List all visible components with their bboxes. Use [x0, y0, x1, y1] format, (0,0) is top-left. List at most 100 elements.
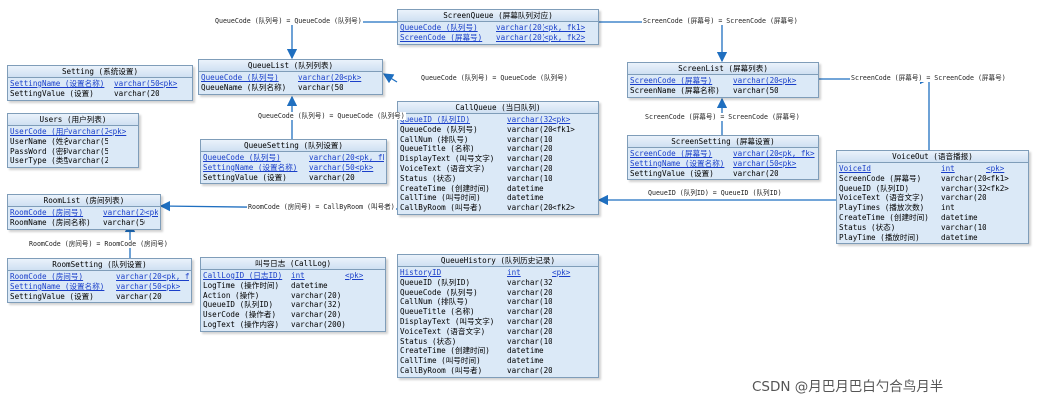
column-name: ScreenCode (屏幕号): [400, 32, 483, 42]
entity-column-row: UserType (类型)varchar(20): [10, 156, 136, 166]
column-key: [552, 366, 596, 376]
column-name: PassWord (密码): [10, 146, 68, 156]
column-type: varchar(20): [733, 149, 778, 158]
entity-voiceout[interactable]: VoiceOut (语音播报) VoiceId int <pk> ScreenCode …: [836, 150, 1029, 245]
column-name: CallByRoom (叫号者): [400, 203, 483, 213]
column-type: varchar(10): [507, 134, 552, 144]
entity-screenlist[interactable]: ScreenList (屏幕列表) ScreenCode (屏幕号) varchar…: [627, 62, 819, 98]
entity-calllog[interactable]: 叫号日志 (CallLog) CallLogID (日志ID) int <pk> Log…: [200, 257, 386, 332]
column-name: QueueName (队列名称): [201, 82, 287, 92]
column-key: [145, 218, 158, 228]
entity-column-row: CallTime (叫号时间) datetime: [400, 356, 596, 366]
relationship-label: RoomCode (房间号) = RoomCode (房间号): [28, 240, 169, 248]
column-name: CreateTime (创建时间): [400, 346, 490, 356]
column-name: SettingValue (设置): [203, 172, 287, 182]
column-type: varchar(50): [68, 136, 108, 146]
entity-users[interactable]: Users (用户列表)UserCode (用户)varchar(20)<pk>…: [7, 113, 139, 169]
entity-column-row: UserName (姓名)varchar(50): [10, 137, 136, 147]
column-type: varchar(32): [291, 300, 342, 310]
column-key: [986, 223, 1026, 233]
column-name: Action (操作): [203, 290, 260, 300]
entity-column-row: DisplayText (叫号文字) varchar(200): [400, 317, 596, 327]
entity-column-row: SettingValue (设置) varchar(200): [203, 173, 384, 183]
column-type: varchar(20): [68, 156, 108, 166]
entity-column-row: PlayTimes (播放次数) int: [839, 203, 1026, 213]
column-key: [552, 193, 596, 203]
entity-column-row: VoiceText (语音文字) varchar(200): [839, 193, 1026, 203]
entity-queuesetting[interactable]: QueueSetting (队列设置) QueueCode (队列号) varcha…: [200, 139, 387, 185]
column-key: <pk>: [552, 115, 571, 124]
entity-column-row: CallByRoom (叫号者) varchar(20)<fk2>: [400, 203, 596, 213]
column-key: <pk, fk>: [162, 272, 189, 281]
column-type: datetime: [941, 212, 978, 222]
column-type: int: [291, 271, 305, 280]
column-type: varchar(50): [103, 217, 145, 227]
column-key: <pk, fk1>: [544, 23, 586, 32]
column-key: [343, 83, 380, 93]
entity-column-row: Status (状态) varchar(10): [400, 174, 596, 184]
entity-column-row: PlayTime (播放时间) datetime: [839, 233, 1026, 243]
column-name: ScreenCode (屏幕号): [630, 149, 713, 158]
relationship-label: ScreenCode (屏幕号) = ScreenCode (屏幕号): [642, 17, 799, 25]
column-key: <pk, fk>: [778, 149, 815, 158]
column-type: varchar(200): [507, 316, 552, 326]
entity-column-row: SettingValue (设置) varchar(200): [10, 89, 190, 99]
column-key: <pk>: [552, 268, 571, 277]
relationship-label: ScreenCode (屏幕号) = ScreenCode (屏幕号): [644, 113, 801, 121]
entity-title: ScreenList (屏幕列表): [628, 63, 818, 75]
column-key: [986, 213, 1026, 223]
entity-column-row: QueueName (队列名称) varchar(50): [201, 83, 380, 93]
column-type: varchar(20): [116, 272, 162, 281]
column-key: [552, 327, 596, 337]
entity-column-row: UserCode (操作者) varchar(20): [203, 310, 383, 320]
entity-title: RoomSetting (队列设置): [8, 259, 191, 271]
column-name: VoiceText (语音文字): [400, 163, 486, 173]
entity-column-row: CallNum (排队号) varchar(10): [400, 135, 596, 145]
column-type: varchar(20): [103, 208, 145, 217]
column-type: varchar(200): [116, 291, 162, 301]
column-type: datetime: [291, 280, 328, 290]
column-key: <pk>: [778, 158, 797, 168]
entity-queuelist[interactable]: QueueList (队列列表) QueueCode (队列号) varchar(2…: [198, 59, 383, 95]
entity-screensetting[interactable]: ScreenSetting (屏幕设置) ScreenCode (屏幕号) varc…: [627, 135, 819, 181]
column-type: varchar(200): [291, 319, 345, 329]
column-type: varchar(200): [507, 163, 552, 173]
entity-column-row: QueueCode (队列号) varchar(20)<pk>: [201, 73, 380, 83]
column-name: SettingValue (设置): [10, 88, 94, 98]
column-name: CallLogID (日志ID): [203, 271, 283, 280]
entity-roomsetting[interactable]: RoomSetting (队列设置) RoomCode (房间号) varchar(…: [7, 258, 192, 304]
column-name: ScreenCode (屏幕号): [630, 76, 713, 85]
entity-column-row: CreateTime (创建时间) datetime: [400, 184, 596, 194]
column-type: varchar(20): [298, 73, 343, 82]
column-type: varchar(20): [309, 153, 355, 162]
column-type: varchar(32): [941, 183, 986, 193]
column-name: ScreenName (屏幕名称): [630, 85, 720, 95]
column-name: SettingName (设置名称): [203, 162, 298, 172]
entity-queuehistory[interactable]: QueueHistory (队列历史记录) HistoryID int <pk> Que…: [397, 254, 599, 378]
column-name: QueueID (队列ID): [203, 300, 274, 310]
column-key: [778, 169, 816, 179]
entity-callqueue[interactable]: CallQueue (当日队列)QueueID (队列ID) varchar(32…: [397, 101, 599, 215]
column-key: <pk>: [355, 162, 374, 172]
entity-column-row: QueueTitle (名称) varchar(20): [400, 144, 596, 154]
entity-setting[interactable]: Setting (系统设置) SettingName (设置名称) varchar(…: [7, 65, 193, 101]
column-type: int: [941, 164, 955, 173]
entity-roomlist[interactable]: RoomList (房间列表)RoomCode (房间号) varchar(20)…: [7, 194, 161, 230]
entity-column-row: RoomCode (房间号) varchar(20)<pk>: [10, 208, 158, 218]
column-key: [778, 86, 816, 96]
column-key: [108, 137, 136, 147]
column-key: <pk>: [778, 76, 797, 85]
entity-screenqueue[interactable]: ScreenQueue (屏幕队列对应) QueueCode (队列号) varch…: [397, 9, 599, 45]
column-key: [552, 278, 596, 288]
column-type: varchar(20): [507, 144, 552, 154]
entity-column-row: SettingValue (设置) varchar(200): [10, 292, 189, 302]
column-name: QueueCode (队列号): [201, 73, 279, 82]
entity-title: VoiceOut (语音播报): [837, 151, 1028, 163]
entity-column-row: ScreenCode (屏幕号) varchar(20) <pk, fk2>: [400, 33, 596, 43]
column-type: varchar(10): [507, 173, 552, 183]
column-type: varchar(50): [68, 146, 108, 156]
column-type: varchar(20): [507, 124, 552, 134]
column-type: varchar(10): [507, 297, 552, 307]
entity-column-row: QueueCode (队列号) varchar(20)<fk1>: [400, 125, 596, 135]
column-type: datetime: [941, 232, 978, 242]
